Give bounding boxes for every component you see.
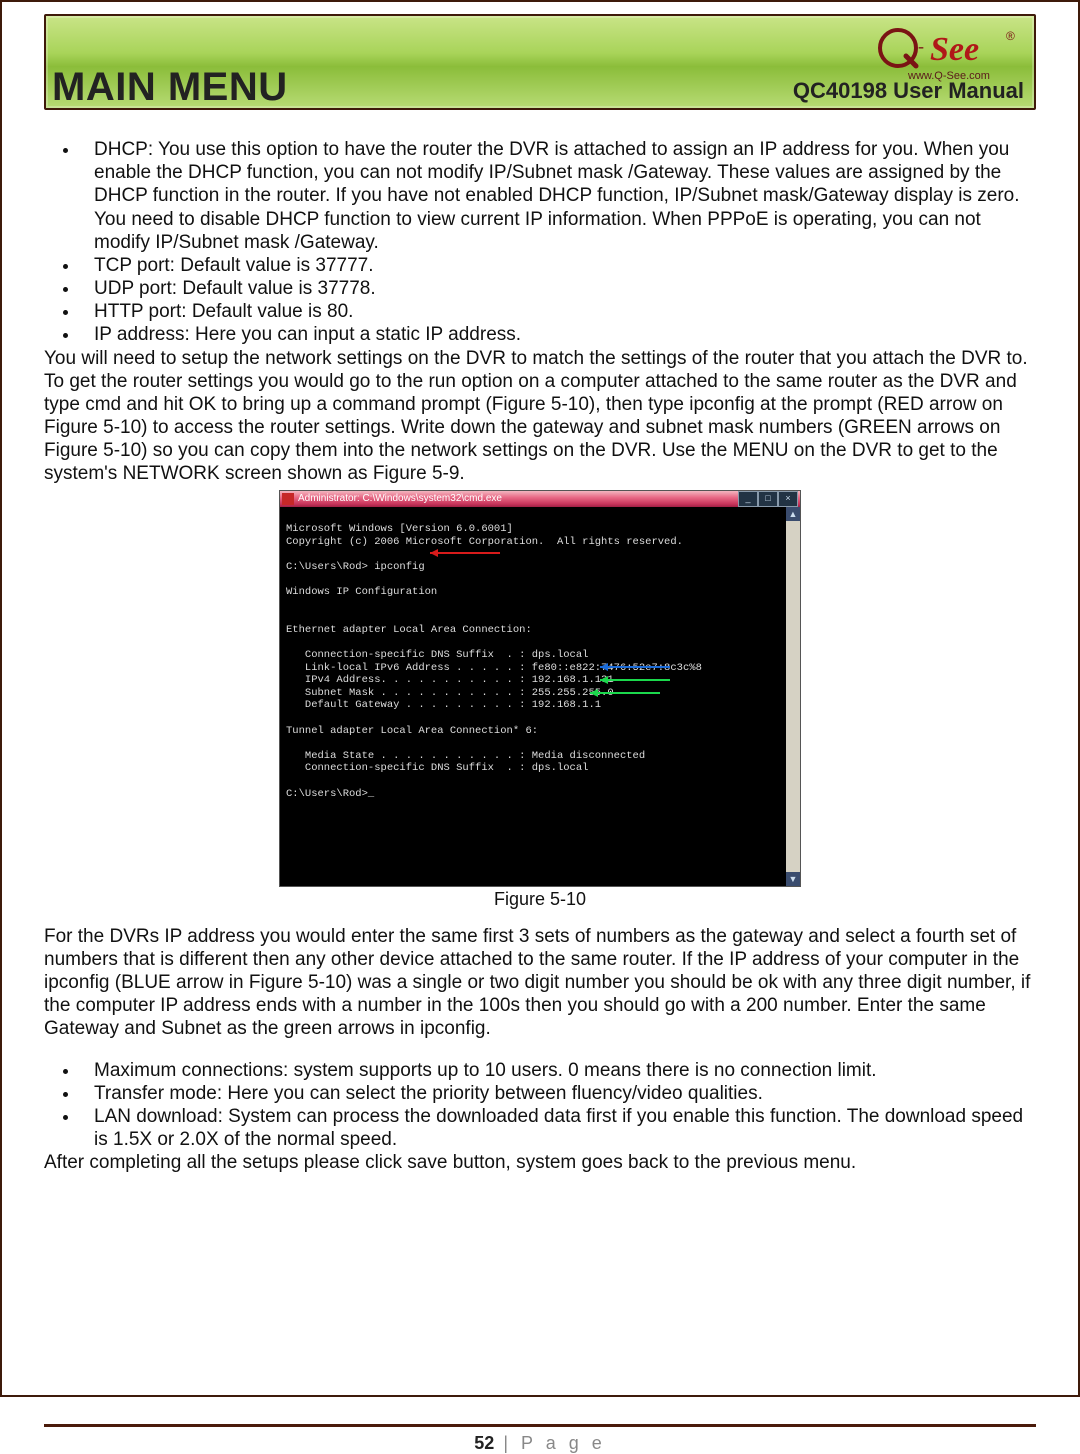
list-item: HTTP port: Default value is 80. [80, 300, 1036, 323]
page-title: MAIN MENU [52, 65, 288, 110]
page-number: 52 | P a g e [44, 1433, 1036, 1454]
cmd-line: Subnet Mask . . . . . . . . . . . : 255.… [286, 687, 614, 699]
list-item: DHCP: You use this option to have the ro… [80, 138, 1036, 254]
cmd-icon [282, 493, 294, 505]
list-item: Transfer mode: Here you can select the p… [80, 1082, 1036, 1105]
cmd-line: Windows IP Configuration [286, 586, 437, 598]
cmd-body: Microsoft Windows [Version 6.0.6001] Cop… [280, 507, 800, 886]
paragraph-3: After completing all the setups please c… [44, 1151, 1036, 1174]
qsee-logo-icon: - See ® [874, 22, 1024, 74]
cmd-line: Default Gateway . . . . . . . . . : 192.… [286, 699, 601, 711]
logo-text: See [930, 31, 979, 68]
minimize-icon[interactable]: _ [738, 491, 758, 507]
cmd-line: Microsoft Windows [Version 6.0.6001] [286, 523, 513, 535]
scroll-down-icon[interactable]: ▼ [786, 872, 800, 886]
page-number-value: 52 [474, 1433, 494, 1453]
paragraph-2: For the DVRs IP address you would enter … [44, 925, 1036, 1041]
cmd-line: Connection-specific DNS Suffix . : dps.l… [286, 649, 588, 661]
close-icon[interactable]: × [778, 491, 798, 507]
logo-url: www.Q-See.com [874, 70, 1024, 82]
cmd-line: Connection-specific DNS Suffix . : dps.l… [286, 762, 588, 774]
cmd-title-text: Administrator: C:\Windows\system32\cmd.e… [298, 491, 738, 507]
scroll-up-icon[interactable]: ▲ [786, 507, 800, 521]
scrollbar[interactable]: ▲ ▼ [786, 507, 800, 886]
list-item: TCP port: Default value is 37777. [80, 254, 1036, 277]
list-item: LAN download: System can process the dow… [80, 1105, 1036, 1151]
list-item: Maximum connections: system supports up … [80, 1059, 1036, 1082]
brand-logo: - See ® www.Q-See.com [874, 22, 1024, 82]
bullet-list-2: Maximum connections: system supports up … [80, 1059, 1036, 1152]
paragraph-1: You will need to setup the network setti… [44, 347, 1036, 486]
list-item: UDP port: Default value is 37778. [80, 277, 1036, 300]
svg-text:-: - [918, 36, 924, 56]
maximize-icon[interactable]: □ [758, 491, 778, 507]
cmd-line: Ethernet adapter Local Area Connection: [286, 624, 532, 636]
cmd-line: C:\Users\Rod> ipconfig [286, 561, 425, 573]
cmd-line: Link-local IPv6 Address . . . . . : fe80… [286, 662, 702, 674]
red-arrow-icon [430, 548, 510, 558]
figure-caption: Figure 5-10 [44, 889, 1036, 911]
body-content: DHCP: You use this option to have the ro… [44, 138, 1036, 1174]
cmd-line: IPv4 Address. . . . . . . . . . . : 192.… [286, 674, 614, 686]
list-item: IP address: Here you can input a static … [80, 323, 1036, 346]
bullet-list-1: DHCP: You use this option to have the ro… [80, 138, 1036, 347]
svg-text:®: ® [1006, 29, 1015, 43]
page-number-label: | [503, 1433, 512, 1453]
page-label: P a g e [521, 1433, 606, 1453]
cmd-line: Media State . . . . . . . . . . . : Medi… [286, 750, 645, 762]
cmd-line: Tunnel adapter Local Area Connection* 6: [286, 725, 538, 737]
cmd-titlebar: Administrator: C:\Windows\system32\cmd.e… [280, 491, 800, 507]
cmd-window: Administrator: C:\Windows\system32\cmd.e… [279, 490, 801, 887]
header-banner: - See ® www.Q-See.com MAIN MENU QC40198 … [44, 14, 1036, 110]
footer-rule [44, 1424, 1036, 1427]
cmd-line: C:\Users\Rod>_ [286, 788, 374, 800]
cmd-line: Copyright (c) 2006 Microsoft Corporation… [286, 536, 683, 548]
